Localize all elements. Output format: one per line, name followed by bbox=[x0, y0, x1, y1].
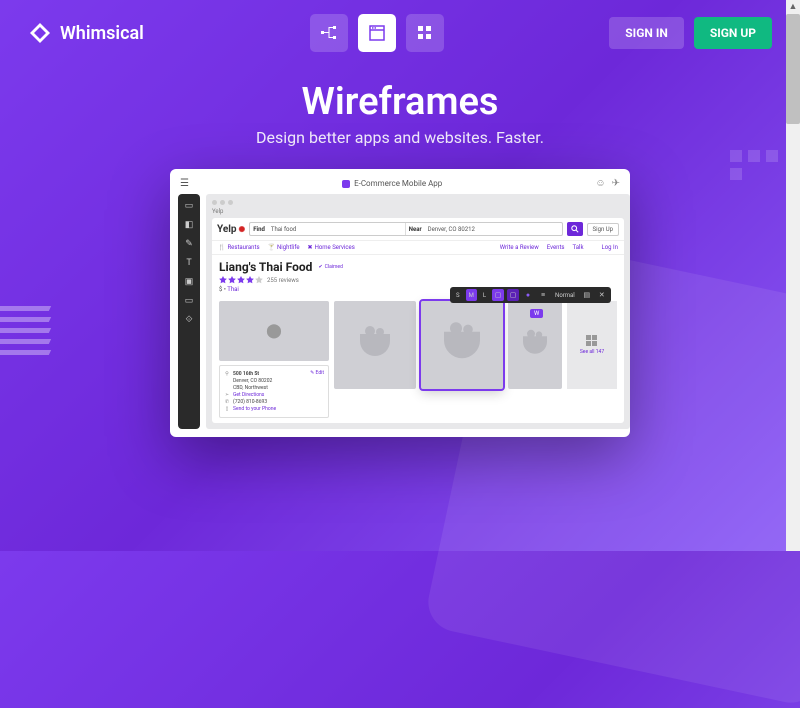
login-link[interactable]: Log In bbox=[602, 244, 618, 251]
wireframe-icon bbox=[368, 24, 386, 42]
tool-wireframe[interactable] bbox=[358, 14, 396, 52]
window-controls bbox=[212, 200, 624, 205]
presence-icon[interactable]: ☺ bbox=[595, 178, 605, 189]
whimsical-logo-icon bbox=[28, 21, 52, 45]
brand-name: Whimsical bbox=[60, 23, 144, 44]
doc-title: E-Commerce Mobile App bbox=[354, 179, 442, 188]
search-icon bbox=[571, 225, 579, 233]
photo-thumb-2-selected[interactable] bbox=[421, 301, 503, 389]
directions-icon: ➣ bbox=[224, 392, 230, 398]
tool-button-icon[interactable]: ▭ bbox=[182, 294, 196, 308]
star-rating bbox=[219, 276, 263, 284]
tool-image-icon[interactable]: ▣ bbox=[182, 275, 196, 289]
near-input[interactable]: Denver, CO 80212 bbox=[425, 223, 562, 235]
hero-title: Wireframes bbox=[0, 80, 800, 124]
see-all-photos[interactable]: See all 147 bbox=[567, 301, 617, 389]
size-l[interactable]: L bbox=[480, 289, 489, 301]
pin-icon: ⚲ bbox=[224, 371, 230, 377]
business-title: Liang's Thai Food bbox=[219, 260, 312, 274]
scroll-up-arrow[interactable]: ▲ bbox=[786, 0, 800, 14]
canvas[interactable]: Yelp Yelp ✺ Find Thai food Near Denver, … bbox=[206, 194, 630, 429]
tb-close-icon[interactable]: ✕ bbox=[596, 289, 608, 301]
tb-comment-icon[interactable]: ▤ bbox=[581, 289, 593, 301]
tool-flowchart[interactable] bbox=[310, 14, 348, 52]
food-icon bbox=[523, 336, 547, 354]
signup-button[interactable]: SIGN UP bbox=[694, 17, 772, 49]
menu-icon[interactable]: ☰ bbox=[180, 178, 189, 189]
review-count: 255 reviews bbox=[267, 277, 299, 284]
floating-toolbar[interactable]: S M L ▢ ▢ ● ≡ Normal ▤ ✕ bbox=[450, 287, 611, 303]
share-icon[interactable]: ✈ bbox=[612, 178, 620, 189]
write-review-link[interactable]: Write a Review bbox=[500, 244, 539, 251]
page-scrollbar[interactable]: ▲ bbox=[786, 0, 800, 551]
tb-rect-icon[interactable]: ▢ bbox=[492, 289, 504, 301]
search-button[interactable] bbox=[567, 222, 583, 236]
send-phone-link[interactable]: Send to your Phone bbox=[233, 406, 276, 412]
phone-icon: ✆ bbox=[224, 399, 230, 405]
scroll-thumb[interactable] bbox=[786, 14, 800, 124]
check-icon: ✔ bbox=[318, 264, 322, 270]
search-box[interactable]: Find Thai food Near Denver, CO 80212 bbox=[249, 222, 562, 236]
hero-subtitle: Design better apps and websites. Faster. bbox=[0, 128, 800, 147]
mobile-icon: ▯ bbox=[224, 406, 230, 412]
food-icon bbox=[360, 334, 390, 356]
yelp-signup[interactable]: Sign Up bbox=[587, 223, 619, 236]
find-input[interactable]: Thai food bbox=[268, 223, 405, 235]
signin-button[interactable]: SIGN IN bbox=[609, 17, 684, 49]
tb-fill-icon[interactable]: ▢ bbox=[507, 289, 519, 301]
info-card: ✎ Edit ⚲500 16th St Denver, CO 80202 CBD… bbox=[219, 365, 329, 418]
tool-sticky[interactable] bbox=[406, 14, 444, 52]
app-window: ☰ E-Commerce Mobile App ☺ ✈ S M L ▢ ▢ ● … bbox=[170, 169, 630, 437]
yelp-logo[interactable]: Yelp ✺ bbox=[217, 224, 245, 235]
tool-pen-icon[interactable]: ✎ bbox=[182, 237, 196, 251]
tool-frame-icon[interactable]: ▭ bbox=[182, 199, 196, 213]
cocktail-icon: 🍸 bbox=[268, 244, 275, 251]
tb-weight[interactable]: Normal bbox=[552, 289, 578, 301]
cat-home[interactable]: ✖Home Services bbox=[308, 244, 355, 251]
photo-thumb-1[interactable] bbox=[334, 301, 416, 389]
doc-type-icon bbox=[342, 180, 350, 188]
size-s[interactable]: S bbox=[453, 289, 463, 301]
yelp-burst-icon: ✺ bbox=[239, 225, 246, 234]
talk-link[interactable]: Talk bbox=[573, 244, 584, 251]
browser-label: Yelp bbox=[212, 208, 624, 215]
directions-link[interactable]: Get Directions bbox=[233, 392, 264, 398]
tool-element-icon[interactable]: ◧ bbox=[182, 218, 196, 232]
brand-logo[interactable]: Whimsical bbox=[28, 21, 144, 45]
edit-link[interactable]: ✎ Edit bbox=[310, 370, 324, 376]
map-pin-icon: ⬤ bbox=[266, 323, 282, 339]
price-level: $ bbox=[219, 286, 222, 293]
events-link[interactable]: Events bbox=[547, 244, 565, 251]
collaborator-cursor: W bbox=[530, 309, 543, 318]
fork-icon: 🍴 bbox=[218, 244, 225, 251]
food-icon bbox=[444, 332, 480, 358]
grid-icon bbox=[416, 24, 434, 42]
wrench-icon: ✖ bbox=[308, 244, 313, 251]
grid-icon bbox=[586, 335, 599, 346]
tb-circle-icon[interactable]: ● bbox=[522, 289, 534, 301]
cat-restaurants[interactable]: 🍴Restaurants bbox=[218, 244, 260, 251]
tb-lines-icon[interactable]: ≡ bbox=[537, 289, 549, 301]
side-toolbar: ▭ ◧ ✎ T ▣ ▭ ⟐ bbox=[178, 194, 200, 429]
tool-link-icon[interactable]: ⟐ bbox=[182, 313, 196, 327]
cuisine-link[interactable]: Thai bbox=[227, 286, 239, 293]
map-image[interactable]: ⬤ bbox=[219, 301, 329, 361]
cat-nightlife[interactable]: 🍸Nightlife bbox=[268, 244, 300, 251]
tool-text-icon[interactable]: T bbox=[182, 256, 196, 270]
size-m[interactable]: M bbox=[466, 289, 477, 301]
claimed-badge: ✔Claimed bbox=[318, 264, 342, 270]
flowchart-icon bbox=[320, 24, 338, 42]
